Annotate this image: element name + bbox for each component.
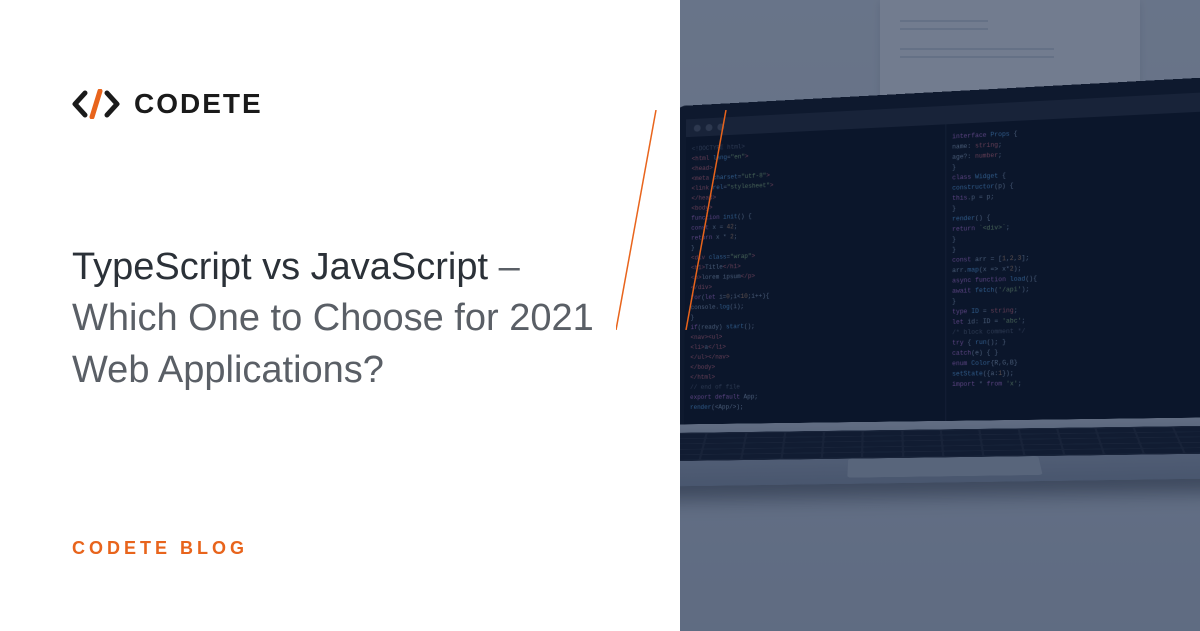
code-brackets-icon bbox=[72, 89, 120, 119]
content-panel: CODETE TypeScript vs JavaScript – Which … bbox=[0, 0, 680, 631]
hero-image: <!DOCTYPE html> <html lang="en"> <head> … bbox=[680, 0, 1200, 631]
article-title: TypeScript vs JavaScript – Which One to … bbox=[72, 242, 612, 396]
brand-logo: CODETE bbox=[72, 88, 620, 120]
brand-name: CODETE bbox=[134, 88, 263, 120]
category-label: CODETE BLOG bbox=[72, 538, 620, 559]
image-overlay bbox=[680, 0, 1200, 631]
diagonal-accent-icon bbox=[616, 110, 736, 330]
blog-card: CODETE TypeScript vs JavaScript – Which … bbox=[0, 0, 1200, 631]
title-emphasis: TypeScript vs JavaScript bbox=[72, 246, 488, 288]
